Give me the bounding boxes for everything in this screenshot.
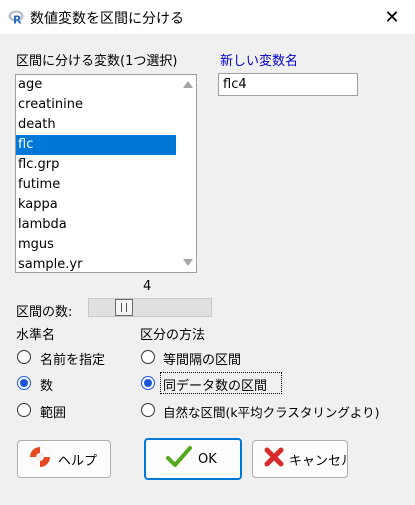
new-variable-name-input[interactable] <box>218 73 358 96</box>
help-button-label: ヘルプ <box>58 453 98 469</box>
method-title: 区分の方法 <box>140 328 206 343</box>
list-item[interactable]: flc <box>16 135 176 155</box>
level-names-title: 水準名 <box>16 328 56 343</box>
list-item[interactable]: death <box>16 115 176 135</box>
r-logo-icon: R <box>8 9 24 27</box>
svg-text:R: R <box>13 14 22 26</box>
radio-equal-width[interactable] <box>141 350 155 364</box>
radio-level-names[interactable] <box>17 350 31 364</box>
radio-ranges[interactable] <box>17 403 31 417</box>
variable-list-label: 区間に分ける変数(1つ選択) <box>16 54 178 69</box>
list-item[interactable]: lambda <box>16 215 176 235</box>
close-icon: ✕ <box>384 6 400 28</box>
bins-label: 区間の数: <box>16 305 73 320</box>
lifebuoy-icon <box>28 445 52 473</box>
radio-label: 等間隔の区間 <box>163 353 242 368</box>
list-item[interactable]: creatinine <box>16 95 176 115</box>
scroll-down-icon[interactable] <box>183 259 193 266</box>
list-item[interactable]: age <box>16 75 176 95</box>
help-button[interactable]: ヘルプ <box>17 440 111 478</box>
cancel-button[interactable]: キャンセル <box>252 440 348 478</box>
ok-button-label: OK <box>198 451 217 467</box>
window-title: 数値変数を区間に分ける <box>30 11 184 27</box>
radio-label: 範囲 <box>40 406 67 421</box>
radio-label: 数 <box>40 379 54 394</box>
ok-button[interactable]: OK <box>144 438 242 480</box>
cancel-button-label: キャンセル <box>289 453 348 469</box>
list-scrollbar[interactable] <box>178 75 196 272</box>
list-item[interactable]: kappa <box>16 195 176 215</box>
list-item[interactable]: flc.grp <box>16 155 176 175</box>
list-item[interactable]: futime <box>16 175 176 195</box>
red-x-icon <box>263 446 285 472</box>
close-button[interactable]: ✕ <box>369 0 415 34</box>
variable-listbox[interactable]: age creatinine death flc flc.grp futime kappa l… <box>15 74 197 273</box>
radio-numbers[interactable] <box>17 376 31 390</box>
radio-natural-breaks[interactable] <box>141 403 155 417</box>
bins-value: 4 <box>143 279 152 294</box>
slider-thumb[interactable] <box>115 299 133 316</box>
list-item[interactable]: sample.yr <box>16 255 176 275</box>
radio-label: 同データ数の区間 <box>163 379 268 394</box>
bins-slider[interactable] <box>88 298 212 317</box>
scroll-up-icon[interactable] <box>183 81 193 88</box>
radio-equal-count[interactable] <box>141 376 155 390</box>
list-item[interactable]: mgus <box>16 235 176 255</box>
new-variable-label: 新しい変数名 <box>220 54 299 69</box>
variable-list: age creatinine death flc flc.grp futime kappa l… <box>16 75 176 275</box>
radio-label: 名前を指定 <box>40 353 106 368</box>
checkmark-icon <box>166 445 192 473</box>
title-bar: R 数値変数を区間に分ける ✕ <box>0 0 415 34</box>
radio-label: 自然な区間(k平均クラスタリングより) <box>163 405 380 420</box>
